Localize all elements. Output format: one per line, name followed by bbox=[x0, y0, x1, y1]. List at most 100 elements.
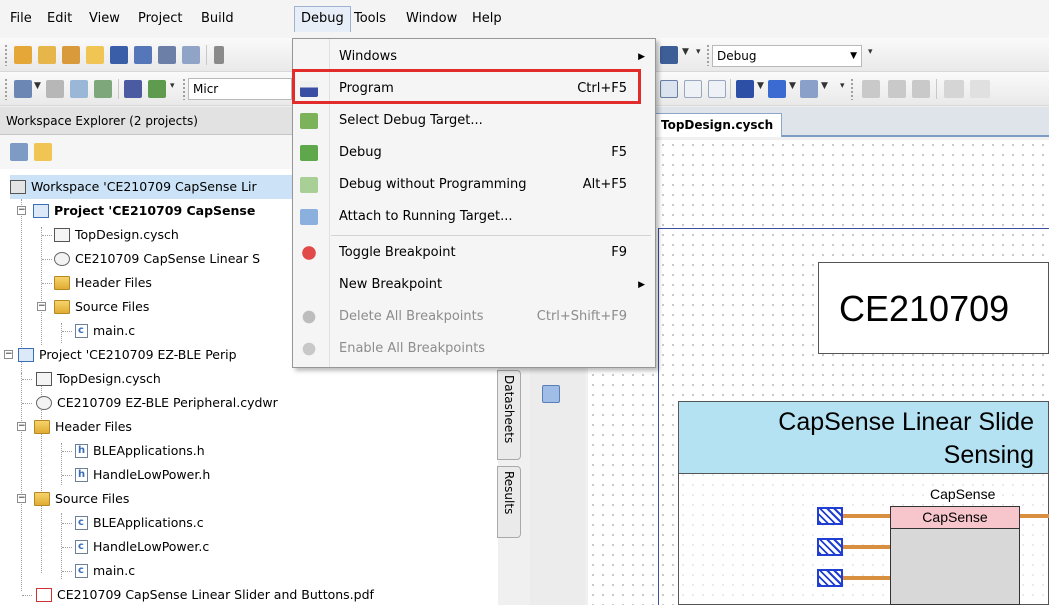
tree-item-cydwr[interactable]: CE210709 EZ-BLE Peripheral.cydwr bbox=[36, 391, 278, 415]
toolbar-overflow-icon[interactable]: ▾ bbox=[696, 47, 701, 57]
clean-icon[interactable] bbox=[70, 80, 88, 98]
analog-pin-icon[interactable] bbox=[817, 507, 843, 525]
rotate-icon[interactable] bbox=[862, 80, 880, 98]
toolbar-grip[interactable] bbox=[706, 44, 710, 66]
window-dropdown-icon[interactable]: ▼ bbox=[34, 81, 41, 91]
schematic-title-box[interactable]: CE210709 bbox=[818, 262, 1049, 354]
font-color-dropdown-icon[interactable]: ▼ bbox=[757, 81, 764, 91]
toolbar-overflow-icon[interactable]: ▾ bbox=[170, 81, 175, 91]
menu-file[interactable]: File bbox=[8, 6, 34, 32]
open-icon[interactable] bbox=[86, 46, 104, 64]
tree-item-header-files[interactable]: Header Files bbox=[54, 271, 152, 295]
tree-item-topdesign[interactable]: TopDesign.cysch bbox=[36, 367, 161, 391]
save-all-icon[interactable] bbox=[134, 46, 152, 64]
show-files-icon[interactable] bbox=[34, 143, 52, 161]
cut-icon[interactable] bbox=[214, 46, 224, 64]
tree-item-handlelowpower-c[interactable]: HandleLowPower.c bbox=[75, 535, 209, 559]
tree-item-main-c[interactable]: main.c bbox=[75, 319, 135, 343]
image-icon[interactable] bbox=[542, 385, 560, 403]
toolbar-grip[interactable] bbox=[4, 78, 8, 100]
wire[interactable] bbox=[843, 514, 890, 518]
menu-item-new-breakpoint[interactable]: New Breakpoint ▶ bbox=[293, 269, 655, 301]
collapse-icon[interactable]: − bbox=[17, 494, 26, 503]
tree-item-project-capsense[interactable]: Project 'CE210709 CapSense bbox=[33, 199, 255, 223]
tree-item-label: Workspace 'CE210709 CapSense Lir bbox=[31, 179, 257, 194]
menu-tools[interactable]: Tools bbox=[352, 6, 388, 32]
print-icon[interactable] bbox=[158, 46, 176, 64]
wire[interactable] bbox=[843, 576, 890, 580]
tree-item-label: TopDesign.cysch bbox=[57, 371, 161, 386]
tree-item-pdf[interactable]: CE210709 CapSense Linear Slider and Butt… bbox=[36, 583, 374, 605]
snap-icon[interactable] bbox=[970, 80, 990, 98]
flip-horizontal-icon[interactable] bbox=[888, 80, 906, 98]
menu-project[interactable]: Project bbox=[136, 6, 184, 32]
menu-build[interactable]: Build bbox=[199, 6, 236, 32]
flip-vertical-icon[interactable] bbox=[912, 80, 930, 98]
toolbar-overflow-icon[interactable]: ▾ bbox=[840, 81, 845, 91]
tree-item-handlelowpower-h[interactable]: HandleLowPower.h bbox=[75, 463, 210, 487]
menu-item-debug[interactable]: Debug F5 bbox=[293, 137, 655, 169]
align-right-icon[interactable] bbox=[708, 80, 726, 98]
new-workspace-icon[interactable] bbox=[14, 46, 32, 64]
tree-item-main-c[interactable]: main.c bbox=[75, 559, 135, 583]
fill-color-dropdown-icon[interactable]: ▼ bbox=[821, 81, 828, 91]
toolbar-overflow-icon[interactable]: ▾ bbox=[868, 47, 873, 57]
line-color-dropdown-icon[interactable]: ▼ bbox=[789, 81, 796, 91]
toolbar-grip[interactable] bbox=[4, 44, 8, 66]
toolbar-grip[interactable] bbox=[182, 78, 186, 100]
find-dropdown-icon[interactable]: ▼ bbox=[682, 47, 689, 57]
collapse-icon[interactable]: − bbox=[37, 302, 46, 311]
menu-help[interactable]: Help bbox=[470, 6, 504, 32]
tab-results[interactable]: Results bbox=[497, 466, 521, 538]
menu-window[interactable]: Window bbox=[404, 6, 459, 32]
tab-topdesign-label: TopDesign.cysch bbox=[661, 118, 774, 132]
tree-item-topdesign[interactable]: TopDesign.cysch bbox=[54, 223, 179, 247]
zoom-icon[interactable] bbox=[944, 80, 964, 98]
align-left-icon[interactable] bbox=[660, 80, 678, 98]
analog-pin-icon[interactable] bbox=[817, 538, 843, 556]
fill-color-icon[interactable] bbox=[800, 80, 818, 98]
workspace-explorer-title: Workspace Explorer (2 projects) bbox=[6, 114, 198, 128]
tree-item-source-files[interactable]: Source Files bbox=[34, 487, 129, 511]
analog-pin-icon[interactable] bbox=[817, 569, 843, 587]
menu-item-select-debug-target[interactable]: Select Debug Target... bbox=[293, 105, 655, 137]
tree-item-bleapplications-c[interactable]: BLEApplications.c bbox=[75, 511, 204, 535]
add-item-icon[interactable] bbox=[62, 46, 80, 64]
tab-datasheets[interactable]: Datasheets bbox=[497, 370, 521, 460]
tree-item-project-ezble[interactable]: Project 'CE210709 EZ-BLE Perip bbox=[18, 343, 237, 367]
font-color-icon[interactable] bbox=[736, 80, 754, 98]
line-color-icon[interactable] bbox=[768, 80, 786, 98]
tree-item-header-files[interactable]: Header Files bbox=[34, 415, 132, 439]
wire[interactable] bbox=[1020, 514, 1049, 518]
wire[interactable] bbox=[843, 545, 890, 549]
menu-item-toggle-breakpoint[interactable]: Toggle Breakpoint F9 bbox=[293, 237, 655, 269]
menu-item-debug-without-programming[interactable]: Debug without Programming Alt+F5 bbox=[293, 169, 655, 201]
menu-view[interactable]: View bbox=[87, 6, 122, 32]
tree-item-bleapplications-h[interactable]: BLEApplications.h bbox=[75, 439, 205, 463]
tab-topdesign[interactable]: TopDesign.cysch bbox=[652, 113, 783, 137]
generate-icon[interactable] bbox=[94, 80, 112, 98]
tree-item-source-files[interactable]: Source Files bbox=[54, 295, 149, 319]
tree-item-cydwr[interactable]: CE210709 CapSense Linear S bbox=[54, 247, 260, 271]
capsense-component[interactable]: CapSense bbox=[890, 506, 1020, 605]
collapse-icon[interactable]: − bbox=[17, 206, 26, 215]
menu-item-attach-to-running-target[interactable]: Attach to Running Target... bbox=[293, 201, 655, 233]
debug-icon[interactable] bbox=[148, 80, 166, 98]
align-center-icon[interactable] bbox=[684, 80, 702, 98]
new-project-icon[interactable] bbox=[38, 46, 56, 64]
window-icon[interactable] bbox=[14, 80, 32, 98]
device-combo[interactable]: Micr bbox=[188, 78, 292, 100]
collapse-icon[interactable]: − bbox=[17, 422, 26, 431]
toolbar-grip[interactable] bbox=[850, 78, 854, 100]
build-icon[interactable] bbox=[46, 80, 64, 98]
tree-item-workspace[interactable]: Workspace 'CE210709 CapSense Lir bbox=[10, 175, 300, 199]
find-icon[interactable] bbox=[660, 46, 678, 64]
menu-debug[interactable]: Debug bbox=[294, 6, 351, 32]
collapse-icon[interactable]: − bbox=[4, 350, 13, 359]
save-icon[interactable] bbox=[110, 46, 128, 64]
menu-edit[interactable]: Edit bbox=[45, 6, 74, 32]
program-icon[interactable] bbox=[124, 80, 142, 98]
properties-icon[interactable] bbox=[10, 143, 28, 161]
configuration-combo[interactable]: Debug ▼ bbox=[712, 45, 862, 67]
print-preview-icon[interactable] bbox=[182, 46, 200, 64]
